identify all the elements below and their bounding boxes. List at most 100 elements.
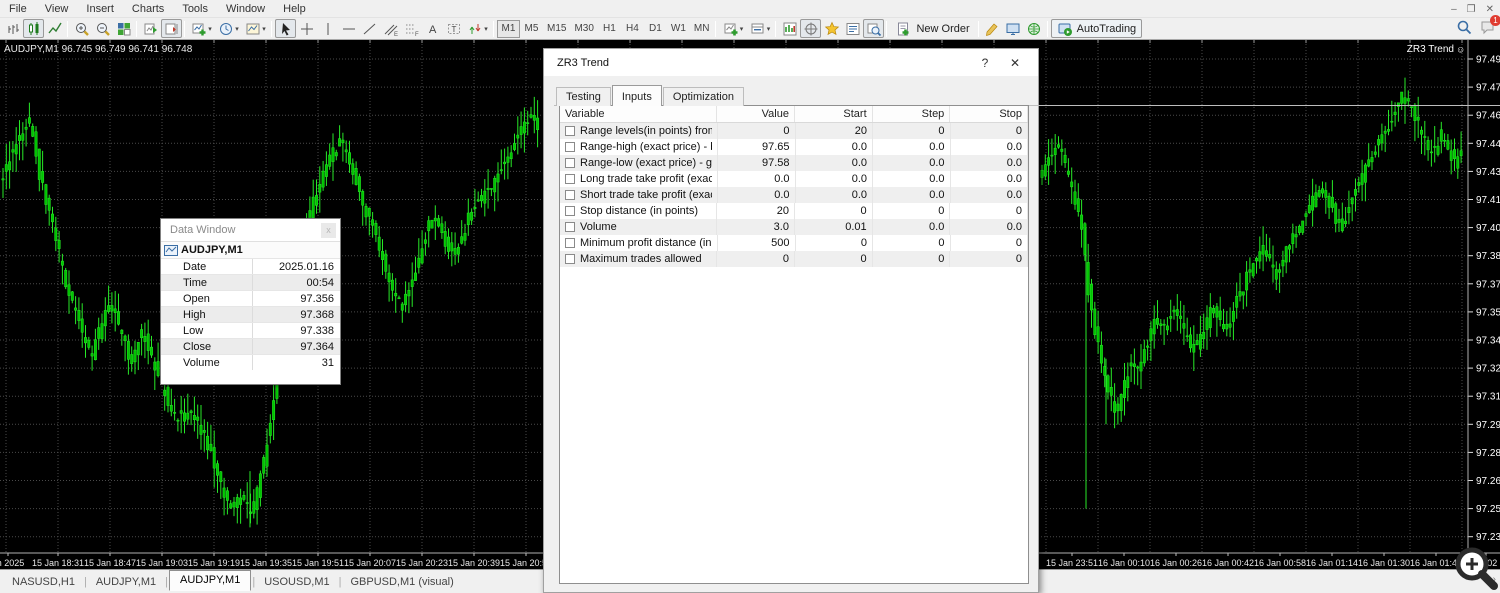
menu-item-file[interactable]: File	[0, 2, 36, 16]
timeframe-h4-button[interactable]: H4	[621, 20, 644, 38]
parameter-checkbox[interactable]	[565, 238, 575, 248]
parameter-checkbox[interactable]	[565, 142, 575, 152]
parameter-value-cell[interactable]: 97.58	[718, 155, 796, 171]
parameter-start-cell[interactable]: 20	[796, 123, 874, 139]
bar-chart-icon[interactable]	[2, 19, 23, 38]
cursor-icon[interactable]	[275, 19, 296, 38]
parameter-checkbox[interactable]	[565, 158, 575, 168]
timeframe-m15-button[interactable]: M15	[543, 20, 570, 38]
parameter-stop-cell[interactable]: 0	[951, 123, 1029, 139]
new-indicator-icon[interactable]: ▾	[188, 19, 215, 38]
parameter-start-cell[interactable]: 0	[796, 235, 874, 251]
parameter-stop-cell[interactable]: 0.0	[951, 139, 1029, 155]
tab-testing[interactable]: Testing	[556, 87, 611, 106]
menu-item-insert[interactable]: Insert	[77, 2, 123, 16]
parameter-start-cell[interactable]: 0.01	[795, 219, 873, 235]
parameter-start-cell[interactable]: 0.0	[796, 155, 874, 171]
horizontal-line-icon[interactable]	[338, 19, 359, 38]
dialog-close-button[interactable]: ✕	[1000, 56, 1030, 70]
options-icon[interactable]	[1003, 19, 1024, 38]
tile-windows-icon[interactable]	[113, 19, 134, 38]
line-chart-icon[interactable]	[44, 19, 65, 38]
chevron-down-icon[interactable]: ▾	[208, 25, 212, 33]
data-window-close-icon[interactable]: x	[321, 223, 336, 238]
parameter-checkbox[interactable]	[565, 174, 575, 184]
column-header-step[interactable]: Step	[873, 106, 951, 122]
hosting-icon[interactable]	[1024, 19, 1045, 38]
dialog-title-bar[interactable]: ZR3 Trend ? ✕	[544, 49, 1038, 76]
new-chart-icon[interactable]: ▾	[719, 19, 746, 38]
parameter-stop-cell[interactable]: 0	[950, 203, 1028, 219]
column-header-variable[interactable]: Variable	[560, 106, 717, 122]
profiles-icon[interactable]: ▾	[746, 19, 773, 38]
column-header-start[interactable]: Start	[795, 106, 873, 122]
timeframe-d1-button[interactable]: D1	[644, 20, 667, 38]
parameter-checkbox[interactable]	[565, 190, 575, 200]
timeframe-mn-button[interactable]: MN	[690, 20, 714, 38]
text-icon[interactable]: A	[422, 19, 443, 38]
parameter-step-cell[interactable]: 0	[873, 123, 951, 139]
timeframe-m1-button[interactable]: M1	[497, 20, 520, 38]
notification-icon[interactable]: 1	[1480, 19, 1496, 40]
fibonacci-icon[interactable]: F	[401, 19, 422, 38]
crosshair-icon[interactable]	[296, 19, 317, 38]
menu-item-help[interactable]: Help	[274, 2, 315, 16]
parameter-value-cell[interactable]: 97.65	[718, 139, 796, 155]
parameter-start-cell[interactable]: 0.0	[796, 187, 874, 203]
trendline-icon[interactable]	[359, 19, 380, 38]
chart-tab-gbpusd-m1-visual-[interactable]: GBPUSD,M1 (visual)	[342, 574, 461, 590]
ea-smiley-icon[interactable]: ☺	[1456, 45, 1465, 55]
tab-optimization[interactable]: Optimization	[663, 87, 744, 106]
parameter-step-cell[interactable]: 0.0	[873, 171, 951, 187]
parameter-value-cell[interactable]: 20	[717, 203, 795, 219]
restore-icon[interactable]: ❐	[1467, 4, 1476, 15]
parameter-checkbox[interactable]	[565, 206, 575, 216]
chevron-down-icon[interactable]: ▾	[484, 25, 488, 33]
channel-icon[interactable]: E	[380, 19, 401, 38]
terminal-icon[interactable]	[842, 19, 863, 38]
parameter-stop-cell[interactable]: 0.0	[951, 171, 1029, 187]
strategy-tester-icon[interactable]	[863, 19, 884, 38]
vertical-line-icon[interactable]	[317, 19, 338, 38]
parameter-checkbox[interactable]	[565, 222, 575, 232]
parameter-stop-cell[interactable]: 0	[950, 251, 1028, 267]
parameter-step-cell[interactable]: 0.0	[873, 219, 951, 235]
parameter-value-cell[interactable]: 3.0	[717, 219, 795, 235]
candlestick-icon[interactable]	[23, 19, 44, 38]
chevron-down-icon[interactable]: ▾	[235, 25, 239, 33]
column-header-stop[interactable]: Stop	[950, 106, 1028, 122]
parameter-stop-cell[interactable]: 0.0	[950, 219, 1028, 235]
parameter-step-cell[interactable]: 0	[873, 251, 951, 267]
window-controls[interactable]: –❐✕	[1451, 0, 1494, 18]
parameter-start-cell[interactable]: 0	[795, 203, 873, 219]
parameter-value-cell[interactable]: 0.0	[718, 171, 796, 187]
text-label-icon[interactable]: T	[443, 19, 464, 38]
timeframe-w1-button[interactable]: W1	[667, 20, 690, 38]
data-window-icon[interactable]	[800, 19, 821, 38]
zoom-out-icon[interactable]	[92, 19, 113, 38]
menu-item-window[interactable]: Window	[217, 2, 274, 16]
parameter-start-cell[interactable]: 0.0	[796, 171, 874, 187]
column-header-value[interactable]: Value	[717, 106, 795, 122]
timeframe-h1-button[interactable]: H1	[598, 20, 621, 38]
timeframe-m5-button[interactable]: M5	[520, 20, 543, 38]
menu-item-tools[interactable]: Tools	[173, 2, 217, 16]
parameter-value-cell[interactable]: 0	[717, 251, 795, 267]
parameter-step-cell[interactable]: 0	[873, 203, 951, 219]
close-icon[interactable]: ✕	[1486, 4, 1494, 15]
data-window-panel[interactable]: Data Window x AUDJPY,M1 Date2025.01.16Ti…	[160, 218, 341, 385]
chart-tab-nasusd-h1[interactable]: NASUSD,H1	[4, 574, 83, 590]
timeframe-m30-button[interactable]: M30	[570, 20, 597, 38]
metaeditor-icon[interactable]	[982, 19, 1003, 38]
parameter-step-cell[interactable]: 0.0	[873, 155, 951, 171]
chart-tab-audjpy-m1[interactable]: AUDJPY,M1	[88, 574, 164, 590]
parameter-step-cell[interactable]: 0	[873, 235, 951, 251]
chevron-down-icon[interactable]: ▾	[767, 25, 771, 33]
chevron-down-icon[interactable]: ▾	[740, 25, 744, 33]
parameter-checkbox[interactable]	[565, 254, 575, 264]
chart-tab-usousd-m1[interactable]: USOUSD,M1	[256, 574, 337, 590]
parameter-stop-cell[interactable]: 0.0	[951, 155, 1029, 171]
parameter-checkbox[interactable]	[565, 126, 575, 136]
parameter-value-cell[interactable]: 0.0	[718, 187, 796, 203]
templates-icon[interactable]: ▾	[242, 19, 269, 38]
